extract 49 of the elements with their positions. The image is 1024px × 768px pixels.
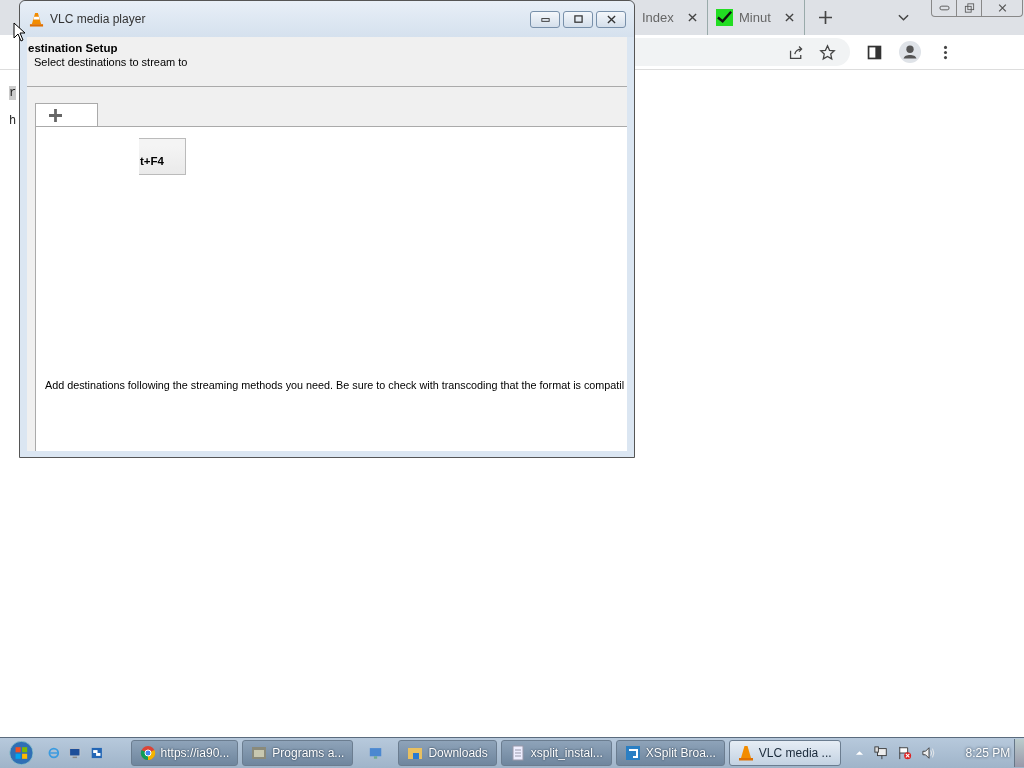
check-icon [716, 9, 733, 26]
document-icon [509, 745, 526, 761]
wizard-subheading: Select destinations to stream to [34, 56, 189, 68]
browser-icon [139, 745, 156, 761]
plus-icon [49, 109, 62, 122]
chevron-icon[interactable] [898, 13, 909, 22]
show-desktop-button[interactable] [1014, 739, 1024, 767]
flag-icon[interactable] [897, 746, 912, 760]
page-text: h [9, 114, 17, 128]
taskbar-button[interactable]: XSplit Broa... [615, 740, 725, 766]
close-icon [996, 3, 1008, 13]
profile-icon[interactable] [899, 41, 921, 63]
star-icon[interactable] [819, 43, 836, 61]
page-text: r [9, 86, 17, 100]
network-icon[interactable] [873, 746, 888, 760]
close-icon[interactable] [785, 13, 794, 22]
taskbar-button[interactable]: Programs a... [242, 740, 354, 766]
taskbar-button[interactable]: Downloads [398, 740, 497, 766]
maximize-button[interactable] [563, 11, 593, 28]
close-icon[interactable] [688, 13, 697, 22]
taskbar-button[interactable]: xsplit_instal... [500, 740, 612, 766]
window-icon [251, 745, 268, 761]
taskbar-button[interactable]: https://ia90... [130, 740, 239, 766]
taskbar-button[interactable]: VLC media ... [728, 740, 841, 766]
maximize-icon [572, 15, 584, 24]
traffic-cone-icon [29, 11, 44, 27]
shortcut-button[interactable]: t+F4 [139, 138, 186, 175]
plus-icon[interactable] [819, 11, 832, 24]
clock[interactable]: 8:25 PM [965, 746, 1011, 760]
folder-icon [407, 745, 424, 761]
share-icon[interactable] [788, 43, 805, 61]
minimize-icon [938, 3, 950, 13]
close-icon [605, 15, 617, 24]
hint-text: Add destinations following the streaming methods you need. Be sure to check with transcoding that the format is compatil [45, 379, 625, 391]
tab-label: Index [642, 10, 675, 25]
minimize-button[interactable] [530, 11, 560, 28]
desktop-icon[interactable] [69, 745, 81, 761]
minimize-icon [539, 15, 551, 24]
traffic-cone-icon [737, 745, 754, 761]
windows-icon[interactable] [90, 745, 103, 761]
add-tab[interactable] [35, 103, 98, 127]
speaker-icon[interactable] [921, 746, 936, 760]
restore-icon [963, 3, 975, 13]
app-icon [624, 745, 641, 761]
side-panel-icon[interactable] [866, 43, 883, 61]
close-button[interactable] [596, 11, 626, 28]
window-title: VLC media player [50, 12, 146, 26]
tab-label: Minut [739, 10, 772, 25]
wizard-heading: estination Setup [28, 42, 119, 54]
